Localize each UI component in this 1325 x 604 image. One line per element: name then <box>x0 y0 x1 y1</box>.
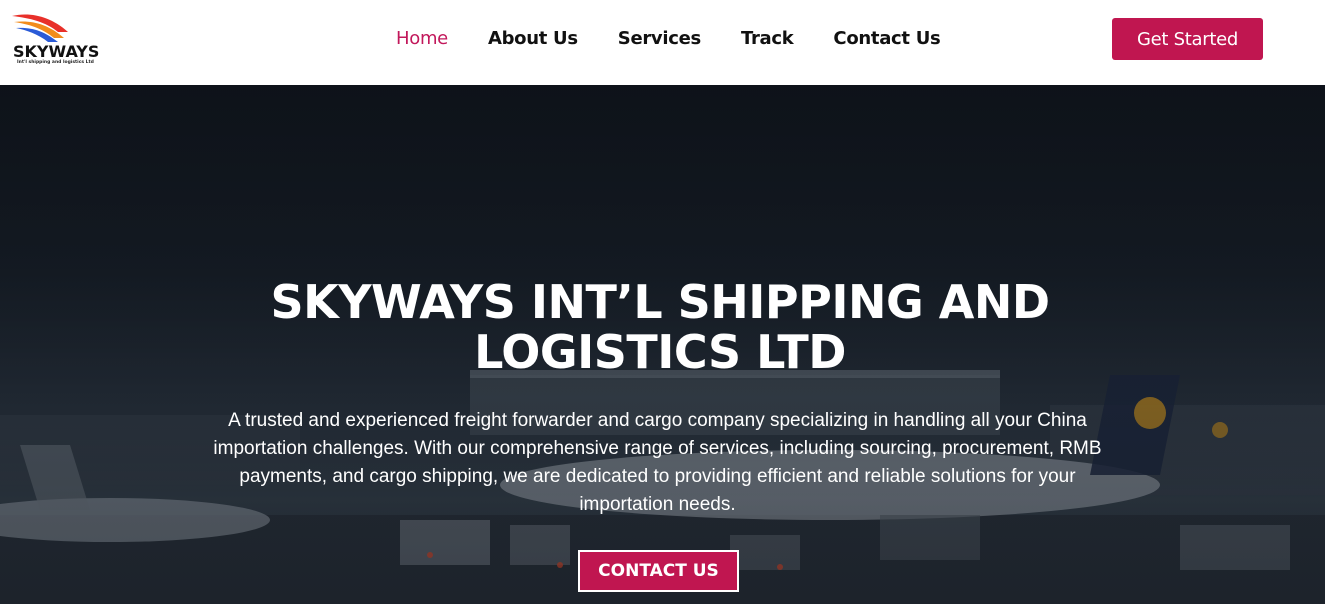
get-started-button[interactable]: Get Started <box>1112 18 1263 60</box>
hero-description: A trusted and experienced freight forwar… <box>213 410 1102 515</box>
hero-title: SKYWAYS INT’L SHIPPING AND LOGISTICS LTD <box>270 275 1050 379</box>
nav-track[interactable]: Track <box>741 28 794 50</box>
nav-contact-us[interactable]: Contact Us <box>833 28 940 50</box>
nav-home[interactable]: Home <box>396 28 448 50</box>
site-header: SKYWAYS Int'l shipping and logistics Ltd… <box>0 0 1325 85</box>
brand-name: SKYWAYS <box>13 42 100 61</box>
nav-about-us[interactable]: About Us <box>488 28 578 50</box>
main-nav: Home About Us Services Track Contact Us <box>396 28 980 50</box>
skyways-logo[interactable]: SKYWAYS Int'l shipping and logistics Ltd <box>10 12 105 68</box>
hero-section: SKYWAYS INT’L SHIPPING AND LOGISTICS LTD… <box>0 85 1325 604</box>
brand-tagline: Int'l shipping and logistics Ltd <box>17 60 94 65</box>
wing-logo-icon <box>12 14 68 42</box>
contact-us-button[interactable]: CONTACT US <box>578 550 739 592</box>
nav-services[interactable]: Services <box>618 28 701 50</box>
